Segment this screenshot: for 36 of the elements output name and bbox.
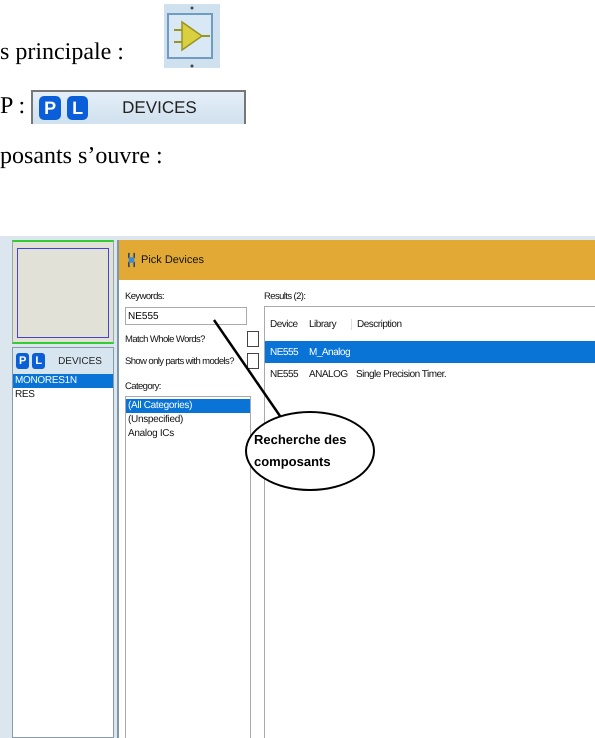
table-cell-text: NE555 xyxy=(269,346,300,358)
library-button[interactable]: L xyxy=(67,96,88,120)
option-label: Show only parts with models? xyxy=(125,354,234,368)
callout-text: Recherche des composants xyxy=(254,431,348,471)
result-row[interactable]: NE555 ANALOG Single Precision Timer. xyxy=(265,363,595,385)
pick-button[interactable]: P xyxy=(39,96,62,120)
table-cell-text: NE555 xyxy=(269,368,300,380)
device-item[interactable]: RES xyxy=(13,388,37,402)
checkbox[interactable] xyxy=(247,353,259,369)
result-row[interactable]: NE555 M_Analog xyxy=(265,341,595,363)
document-text: posants s’ouvre : xyxy=(0,142,163,170)
library-button[interactable]: L xyxy=(32,353,46,369)
column-header[interactable]: Description xyxy=(351,318,595,330)
keywords-field[interactable]: NE555 xyxy=(125,307,247,325)
column-header[interactable]: Library xyxy=(304,318,351,330)
option-label: Match Whole Words? xyxy=(125,332,205,346)
dialog-title: Pick Devices xyxy=(141,254,204,266)
table-cell-text: Single Precision Timer. xyxy=(355,368,448,380)
table-cell-text: M_Analog xyxy=(308,346,351,358)
category-item[interactable]: (All Categories) xyxy=(126,399,250,413)
results-label: Results (2): xyxy=(264,290,306,303)
keywords-label: Keywords: xyxy=(125,290,165,303)
devices-label: DEVICES xyxy=(122,98,197,118)
column-header[interactable]: Device xyxy=(265,318,304,330)
pick-button[interactable]: P xyxy=(16,353,30,369)
device-item[interactable]: MONORES1N xyxy=(13,374,113,388)
component-icon xyxy=(164,4,220,68)
checkbox[interactable] xyxy=(247,331,259,347)
document-text: P : xyxy=(0,93,26,120)
category-label: Category: xyxy=(125,380,162,393)
document-text: s principale : xyxy=(0,39,124,66)
component-icon xyxy=(127,252,136,268)
category-item[interactable]: (Unspecified) xyxy=(126,413,186,427)
table-cell-text: ANALOG xyxy=(308,368,349,380)
devices-label: DEVICES xyxy=(58,356,102,366)
category-item[interactable]: Analog ICs xyxy=(126,427,176,441)
